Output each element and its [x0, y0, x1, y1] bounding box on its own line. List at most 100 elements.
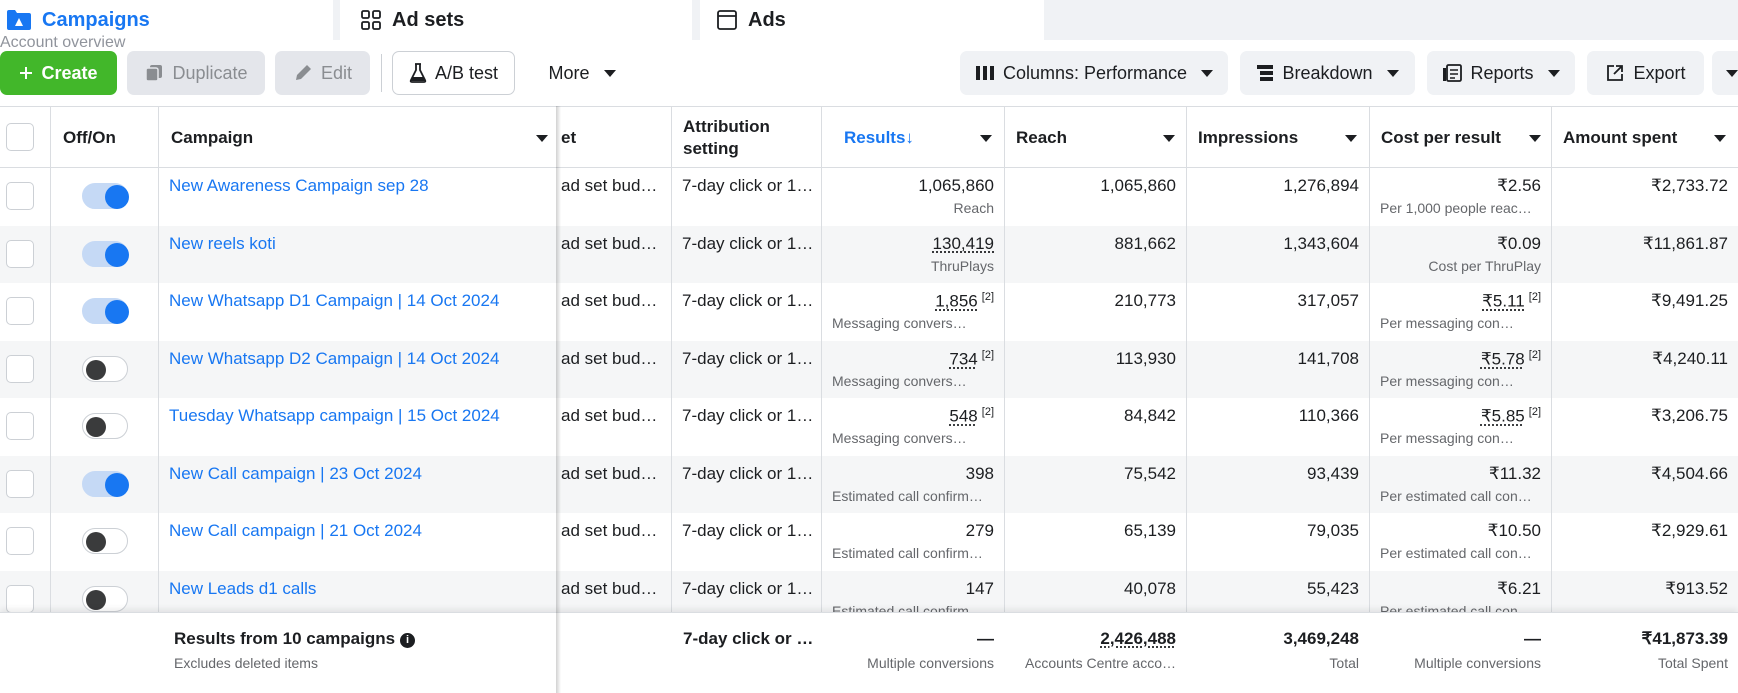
table-row[interactable]: New reels koti ad set bud… 7-day click o…	[0, 225, 1738, 283]
cost-per-result-value[interactable]: ₹5.78	[1481, 349, 1525, 368]
col-header-amount-spent[interactable]: Amount spent	[1553, 107, 1738, 168]
chevron-down-icon[interactable]	[980, 135, 992, 142]
col-header-cost-per-result[interactable]: Cost per result	[1371, 107, 1551, 168]
ab-test-button[interactable]: A/B test	[392, 51, 515, 95]
cost-per-result-value[interactable]: ₹5.85	[1481, 407, 1525, 426]
table-row[interactable]: Tuesday Whatsapp campaign | 15 Oct 2024 …	[0, 398, 1738, 455]
impressions-value: 55,423	[1307, 578, 1359, 598]
more-button[interactable]: More	[527, 51, 637, 95]
budget-text: ad set bud…	[561, 521, 658, 540]
col-header-results[interactable]: Results ↓	[834, 107, 1004, 168]
campaign-toggle[interactable]	[82, 470, 129, 497]
campaign-toggle[interactable]	[82, 355, 128, 382]
cost-per-result-value[interactable]: ₹2.56	[1497, 176, 1541, 195]
col-header-budget[interactable]: et	[551, 107, 671, 168]
results-value[interactable]: 734	[949, 349, 977, 368]
campaign-name-link[interactable]: New Awareness Campaign sep 28	[169, 176, 429, 196]
chevron-down-icon[interactable]	[536, 135, 548, 142]
col-header-reach[interactable]: Reach	[1006, 107, 1186, 168]
impressions-value: 317,057	[1297, 291, 1359, 310]
results-value[interactable]: 130,419	[933, 234, 994, 253]
cost-per-result-value[interactable]: ₹10.50	[1488, 521, 1541, 540]
table-row[interactable]: New Whatsapp D1 Campaign | 14 Oct 2024 a…	[0, 283, 1738, 340]
export-button[interactable]: Export	[1587, 51, 1704, 95]
row-checkbox[interactable]	[6, 584, 34, 613]
results-value[interactable]: 279	[966, 521, 994, 540]
table-row[interactable]: New Whatsapp D2 Campaign | 14 Oct 2024 a…	[0, 340, 1738, 398]
impressions-cell: 1,276,894	[1187, 168, 1369, 225]
table-row[interactable]: New Awareness Campaign sep 28 ad set bud…	[0, 168, 1738, 225]
campaign-toggle[interactable]	[82, 528, 128, 554]
row-checkbox[interactable]	[6, 354, 34, 383]
cost-per-result-value[interactable]: ₹11.32	[1489, 464, 1541, 483]
reports-button[interactable]: Reports	[1427, 51, 1575, 95]
summary-spent-sub: Total Spent	[1657, 655, 1728, 671]
row-checkbox[interactable]	[6, 412, 34, 440]
tab-ads-label: Ads	[748, 8, 786, 31]
attribution-note[interactable]: [2]	[1529, 406, 1541, 418]
results-value[interactable]: 1,856	[935, 292, 978, 311]
row-checkbox[interactable]	[6, 469, 34, 498]
tab-ad-sets[interactable]: Ad sets	[340, 0, 692, 40]
chevron-down-icon[interactable]	[1529, 135, 1541, 142]
results-value[interactable]: 147	[966, 579, 994, 598]
campaign-toggle[interactable]	[82, 298, 129, 324]
duplicate-button-label: Duplicate	[172, 62, 248, 83]
campaign-toggle[interactable]	[82, 240, 129, 267]
campaign-name-link[interactable]: Tuesday Whatsapp campaign | 15 Oct 2024	[169, 406, 500, 426]
campaign-name-link[interactable]: New Call campaign | 23 Oct 2024	[169, 464, 422, 484]
toggle-knob	[86, 532, 106, 552]
breakdown-button[interactable]: Breakdown	[1240, 51, 1415, 95]
col-header-campaign[interactable]: Campaign	[161, 107, 556, 168]
results-value[interactable]: 548	[949, 407, 977, 426]
campaign-toggle[interactable]	[82, 183, 129, 209]
row-checkbox[interactable]	[6, 239, 34, 268]
amount-spent-cell: ₹4,504.66	[1552, 456, 1738, 513]
chevron-down-icon[interactable]	[1345, 135, 1357, 142]
results-value[interactable]: 398	[966, 464, 994, 483]
info-icon[interactable]: i	[400, 633, 416, 648]
attribution-note[interactable]: [2]	[1529, 349, 1541, 361]
campaign-toggle[interactable]	[82, 413, 128, 439]
results-value[interactable]: 1,065,860	[918, 176, 994, 195]
row-checkbox[interactable]	[6, 182, 34, 210]
row-checkbox[interactable]	[6, 527, 34, 555]
cost-per-result-value[interactable]: ₹6.21	[1497, 579, 1541, 598]
attribution-note[interactable]: [2]	[982, 291, 994, 303]
impressions-value: 1,276,894	[1283, 176, 1359, 195]
impressions-cell: 1,343,604	[1187, 226, 1369, 283]
budget-cell: ad set bud…	[561, 456, 669, 513]
table-row[interactable]: New Call campaign | 23 Oct 2024 ad set b…	[0, 455, 1738, 513]
cost-per-result-type: Per messaging con…	[1380, 430, 1514, 446]
cost-per-result-value[interactable]: ₹0.09	[1497, 234, 1541, 253]
campaign-name-link[interactable]: New Whatsapp D2 Campaign | 14 Oct 2024	[169, 349, 499, 369]
select-all-checkbox[interactable]	[6, 123, 34, 151]
tab-ads[interactable]: Ads	[700, 0, 1044, 40]
reach-value: 75,542	[1124, 463, 1176, 483]
campaign-name-link[interactable]: New reels koti	[169, 234, 276, 254]
col-header-attribution[interactable]: Attribution setting	[673, 107, 821, 168]
attribution-note[interactable]: [2]	[1529, 291, 1541, 303]
export-options-button[interactable]	[1712, 51, 1738, 95]
attribution-note[interactable]: [2]	[982, 406, 994, 418]
edit-button[interactable]: Edit	[275, 51, 370, 95]
campaign-name-link[interactable]: New Leads d1 calls	[169, 579, 316, 599]
attribution-note[interactable]: [2]	[982, 349, 994, 361]
campaign-name-link[interactable]: New Call campaign | 21 Oct 2024	[169, 521, 422, 541]
cost-per-result-value[interactable]: ₹5.11	[1482, 292, 1525, 311]
chevron-down-icon	[1726, 69, 1738, 77]
campaign-name-link[interactable]: New Whatsapp D1 Campaign | 14 Oct 2024	[169, 291, 499, 311]
campaign-toggle[interactable]	[82, 585, 128, 612]
columns-button[interactable]: Columns: Performance	[960, 51, 1228, 95]
chevron-down-icon[interactable]	[1714, 135, 1726, 142]
col-header-impressions[interactable]: Impressions	[1188, 107, 1368, 168]
table-row[interactable]: New Call campaign | 21 Oct 2024 ad set b…	[0, 513, 1738, 570]
results-value-wrap: 1,065,860	[918, 176, 994, 196]
results-cell: 1,856 [2] Messaging convers…	[822, 283, 1004, 340]
reach-value: 881,662	[1114, 233, 1176, 253]
row-checkbox[interactable]	[6, 297, 34, 325]
chevron-down-icon[interactable]	[1163, 135, 1175, 142]
duplicate-button[interactable]: Duplicate	[127, 51, 265, 95]
create-button[interactable]: Create	[0, 51, 117, 95]
column-divider	[1369, 106, 1370, 693]
